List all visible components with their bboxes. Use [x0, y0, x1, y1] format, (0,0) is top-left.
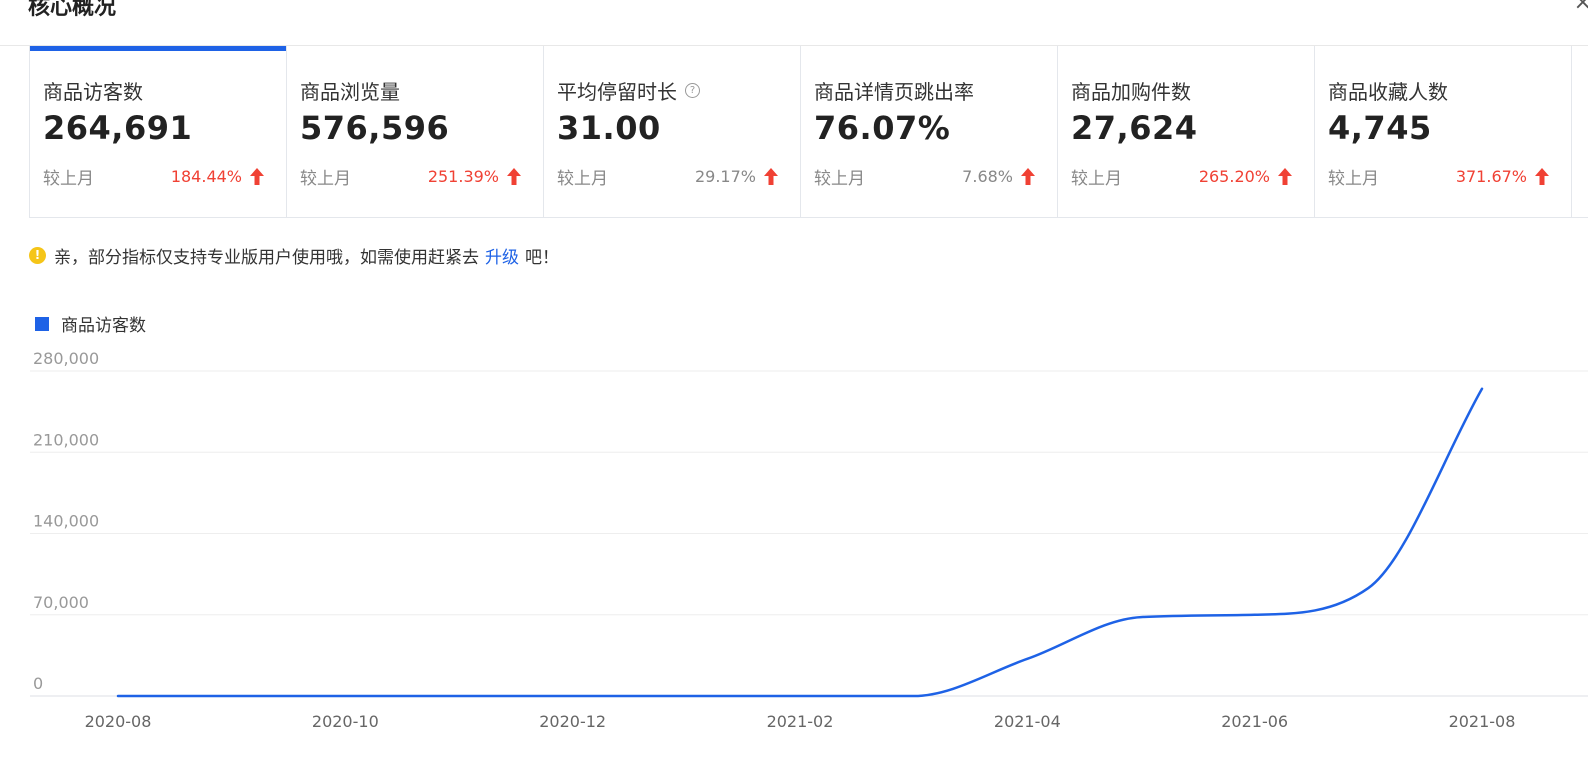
change-percent: 371.67%	[1455, 167, 1527, 186]
compare-row: 较上月 29.17%	[557, 164, 778, 189]
change-percent: 184.44%	[170, 167, 242, 186]
up-arrow-icon	[764, 168, 778, 185]
x-tick-label: 2021-08	[1449, 712, 1516, 731]
x-tick-label: 2020-08	[85, 712, 152, 731]
x-tick-label: 2021-02	[767, 712, 834, 731]
metric-value: 4,745	[1328, 109, 1432, 147]
metric-card-bounce-rate[interactable]: 商品详情页跳出率 76.07% 较上月 7.68%	[801, 46, 1058, 218]
page-title: 核心概况	[28, 0, 117, 20]
metric-card-pageviews[interactable]: 商品浏览量 576,596 较上月 251.39%	[287, 46, 544, 218]
metric-value: 264,691	[43, 109, 193, 147]
upgrade-link[interactable]: 升级	[485, 243, 519, 268]
metric-label-text: 商品加购件数	[1071, 79, 1191, 104]
compare-row: 较上月 265.20%	[1071, 164, 1292, 189]
metric-label: 商品浏览量	[300, 76, 543, 104]
metric-label-text: 平均停留时长	[557, 79, 677, 104]
x-tick-label: 2020-10	[312, 712, 379, 731]
up-arrow-icon	[1021, 168, 1035, 185]
notice-text: 亲，部分指标仅支持专业版用户使用哦，如需使用赶紧去	[54, 248, 479, 268]
compare-label: 较上月	[557, 169, 608, 189]
compare-row: 较上月 251.39%	[300, 164, 521, 189]
x-tick-label: 2020-12	[539, 712, 606, 731]
metric-label-text: 商品收藏人数	[1328, 79, 1448, 104]
notice-text-end: 吧！	[525, 248, 559, 268]
metric-label: 商品详情页跳出率	[814, 76, 1057, 104]
metric-label-text: 商品访客数	[43, 79, 143, 104]
compare-row: 较上月 184.44%	[43, 164, 264, 189]
compare-row: 较上月 371.67%	[1328, 164, 1549, 189]
metric-label-text: 商品详情页跳出率	[814, 79, 974, 104]
compare-label: 较上月	[1328, 169, 1379, 189]
metric-card-avg-stay[interactable]: 平均停留时长? 31.00 较上月 29.17%	[544, 46, 801, 218]
compare-label: 较上月	[1071, 169, 1122, 189]
up-arrow-icon	[250, 168, 264, 185]
metric-label-text: 商品浏览量	[300, 79, 400, 104]
up-arrow-icon	[1278, 168, 1292, 185]
y-tick-label: 210,000	[33, 430, 99, 449]
compare-label: 较上月	[300, 169, 351, 189]
metric-value: 31.00	[557, 109, 661, 147]
series-line	[116, 387, 1484, 698]
metric-label: 商品访客数	[43, 76, 286, 104]
metric-value: 76.07%	[814, 109, 951, 147]
metric-card-visitors[interactable]: 商品访客数 264,691 较上月 184.44%	[30, 46, 287, 218]
help-icon[interactable]: ?	[685, 82, 700, 98]
metric-label: 商品收藏人数	[1328, 76, 1571, 104]
warning-icon: !	[29, 247, 46, 264]
metric-value: 576,596	[300, 109, 450, 147]
compare-row: 较上月 7.68%	[814, 164, 1035, 189]
y-tick-label: 280,000	[33, 349, 99, 368]
legend-swatch	[35, 316, 49, 331]
metric-label: 平均停留时长?	[557, 76, 800, 104]
metric-label: 商品加购件数	[1071, 76, 1314, 104]
change-percent: 29.17%	[694, 167, 756, 186]
x-tick-label: 2021-06	[1221, 712, 1288, 731]
compare-label: 较上月	[43, 169, 94, 189]
x-tick-label: 2021-04	[994, 712, 1061, 731]
up-arrow-icon	[1535, 168, 1549, 185]
y-tick-label: 140,000	[33, 512, 99, 531]
change-percent: 265.20%	[1198, 167, 1270, 186]
change-percent: 7.68%	[962, 167, 1013, 186]
up-arrow-icon	[507, 168, 521, 185]
close-icon[interactable]: ×	[1574, 0, 1588, 15]
change-percent: 251.39%	[427, 167, 499, 186]
metric-card-add-to-cart[interactable]: 商品加购件数 27,624 较上月 265.20%	[1058, 46, 1315, 218]
upgrade-notice: ! 亲，部分指标仅支持专业版用户使用哦，如需使用赶紧去 升级 吧！	[29, 243, 559, 268]
compare-label: 较上月	[814, 169, 865, 189]
y-tick-label: 70,000	[33, 593, 89, 612]
metric-value: 27,624	[1071, 109, 1198, 147]
metrics-row: 商品访客数 264,691 较上月 184.44% 商品浏览量 576,596 …	[29, 46, 1588, 218]
y-tick-label: 0	[33, 674, 43, 693]
metric-card-favorites[interactable]: 商品收藏人数 4,745 较上月 371.67%	[1315, 46, 1572, 218]
line-chart: 0 70,000 140,000 210,000 280,000 2020-08 2020-…	[30, 349, 1588, 731]
